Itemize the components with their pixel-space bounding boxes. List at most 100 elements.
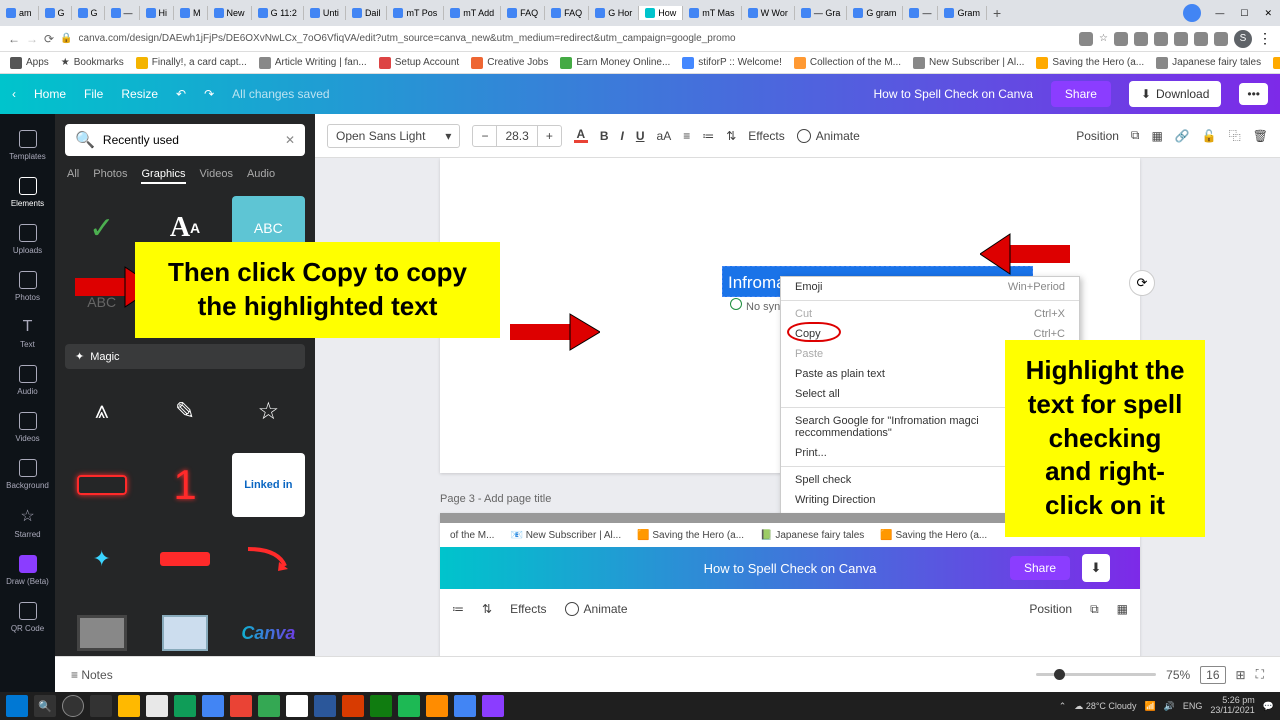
notification-icon[interactable]: 💬: [1263, 701, 1274, 712]
graphic-item[interactable]: [65, 453, 138, 517]
rail-qrcode[interactable]: QR Code: [0, 594, 55, 641]
maximize-icon[interactable]: ☐: [1232, 8, 1256, 19]
extension-icon[interactable]: [1194, 32, 1208, 46]
bookmark-item[interactable]: Collection of the M...: [794, 57, 901, 69]
browser-tab[interactable]: —: [105, 6, 140, 20]
share-button[interactable]: Share: [1051, 81, 1111, 107]
profile-icon[interactable]: [1183, 4, 1201, 22]
taskbar-app[interactable]: [482, 695, 504, 717]
volume-icon[interactable]: 🔊: [1164, 701, 1175, 712]
browser-tab[interactable]: G Hor: [589, 6, 639, 20]
tab-audio[interactable]: Audio: [247, 168, 275, 184]
bookmark-item[interactable]: stiforP :: Welcome!: [682, 57, 782, 69]
taskbar-app[interactable]: [454, 695, 476, 717]
effects-button[interactable]: Effects: [748, 129, 784, 143]
rail-photos[interactable]: Photos: [0, 263, 55, 310]
browser-tab[interactable]: mT Pos: [387, 6, 444, 20]
position-button[interactable]: Position: [1076, 129, 1119, 143]
taskbar-app[interactable]: [398, 695, 420, 717]
animate-button[interactable]: Animate: [797, 129, 860, 143]
graphic-item[interactable]: Linked in: [232, 453, 305, 517]
search-button[interactable]: 🔍: [34, 695, 56, 717]
rail-videos[interactable]: Videos: [0, 404, 55, 451]
align-button[interactable]: ≡: [683, 129, 690, 143]
taskbar-app[interactable]: [342, 695, 364, 717]
text-color-button[interactable]: A: [574, 128, 588, 143]
taskbar-app[interactable]: [146, 695, 168, 717]
taskbar-app[interactable]: [314, 695, 336, 717]
browser-tab[interactable]: Gram: [938, 6, 987, 20]
fullscreen-icon[interactable]: ⛶: [1256, 667, 1264, 682]
extension-icon[interactable]: [1154, 32, 1168, 46]
taskbar-app[interactable]: [230, 695, 252, 717]
close-icon[interactable]: ✕: [1256, 8, 1280, 19]
font-selector[interactable]: Open Sans Light▾: [327, 124, 460, 148]
lock-icon[interactable]: 🔓: [1202, 129, 1217, 143]
font-size-value[interactable]: 28.3: [496, 126, 537, 146]
rail-text[interactable]: TText: [0, 310, 55, 357]
bookmark-apps[interactable]: Apps: [10, 57, 49, 69]
notes-button[interactable]: ≡ Notes: [71, 668, 113, 682]
tab-photos[interactable]: Photos: [93, 168, 127, 184]
start-button[interactable]: [6, 695, 28, 717]
graphic-item[interactable]: ✦: [65, 527, 138, 591]
decrease-size-button[interactable]: −: [473, 126, 496, 146]
extension-icon[interactable]: [1134, 32, 1148, 46]
tab-graphics[interactable]: Graphics: [141, 168, 185, 184]
list-button[interactable]: ≔: [702, 129, 714, 143]
undo-button[interactable]: ↶: [176, 87, 186, 101]
graphic-item[interactable]: ✓: [65, 196, 138, 260]
page-count-badge[interactable]: 16: [1200, 666, 1225, 684]
taskbar-app[interactable]: [202, 695, 224, 717]
clear-search-icon[interactable]: ✕: [285, 133, 295, 147]
bookmark-item[interactable]: New Subscriber | Al...: [913, 57, 1024, 69]
browser-tab[interactable]: FAQ: [501, 6, 545, 20]
spacing-button[interactable]: ⇅: [726, 129, 736, 143]
graphic-item[interactable]: [148, 527, 221, 591]
taskbar-app[interactable]: [258, 695, 280, 717]
bookmark-item[interactable]: Saving the Hero (a...: [1273, 57, 1280, 69]
new-tab-button[interactable]: +: [987, 5, 1007, 21]
zoom-slider[interactable]: [1036, 673, 1156, 676]
extension-icon[interactable]: [1114, 32, 1128, 46]
extension-icon[interactable]: [1214, 32, 1228, 46]
taskbar-app[interactable]: [174, 695, 196, 717]
grid-view-icon[interactable]: ⊞: [1236, 668, 1246, 682]
weather-widget[interactable]: ☁ 28°C Cloudy: [1074, 701, 1136, 712]
taskbar-app[interactable]: [426, 695, 448, 717]
browser-tab-active[interactable]: How: [639, 6, 683, 20]
italic-button[interactable]: I: [621, 129, 624, 143]
browser-tab[interactable]: — Gra: [795, 6, 848, 20]
rail-draw[interactable]: Draw (Beta): [0, 547, 55, 594]
copy-style-icon[interactable]: ⧉: [1131, 128, 1140, 143]
underline-button[interactable]: U: [636, 129, 645, 143]
back-arrow-icon[interactable]: ‹: [12, 87, 16, 101]
search-input[interactable]: [103, 133, 277, 147]
star-icon[interactable]: ☆: [1099, 33, 1108, 44]
magic-row[interactable]: ✦Magic: [65, 344, 305, 369]
browser-tab[interactable]: mT Add: [444, 6, 501, 20]
clock[interactable]: 5:26 pm23/11/2021: [1210, 696, 1254, 716]
browser-tab[interactable]: G: [39, 6, 72, 20]
tab-videos[interactable]: Videos: [200, 168, 233, 184]
bookmark-item[interactable]: Saving the Hero (a...: [1036, 57, 1144, 69]
show-hidden-icons[interactable]: ⌃: [1059, 701, 1067, 712]
reload-button[interactable]: ⟳: [44, 32, 54, 46]
delete-icon[interactable]: 🗑: [1253, 129, 1268, 143]
duplicate-icon[interactable]: ⿻: [1229, 127, 1241, 144]
cortana-button[interactable]: [62, 695, 84, 717]
browser-tab[interactable]: M: [174, 6, 208, 20]
transparency-icon[interactable]: ▦: [1152, 129, 1163, 143]
page-title-label[interactable]: Page 3 - Add page title: [440, 493, 551, 505]
browser-tab[interactable]: Dail: [346, 6, 388, 20]
rail-uploads[interactable]: Uploads: [0, 216, 55, 263]
zoom-value[interactable]: 75%: [1166, 668, 1190, 682]
language-indicator[interactable]: ENG: [1183, 701, 1203, 711]
taskbar-app[interactable]: [286, 695, 308, 717]
rail-starred[interactable]: ☆Starred: [0, 498, 55, 547]
project-title[interactable]: How to Spell Check on Canva: [874, 87, 1033, 101]
bookmark-item[interactable]: Setup Account: [379, 57, 460, 69]
redo-button[interactable]: ↷: [204, 87, 214, 101]
browser-tab[interactable]: G 11:2: [252, 6, 304, 20]
browser-tab[interactable]: New: [208, 6, 252, 20]
